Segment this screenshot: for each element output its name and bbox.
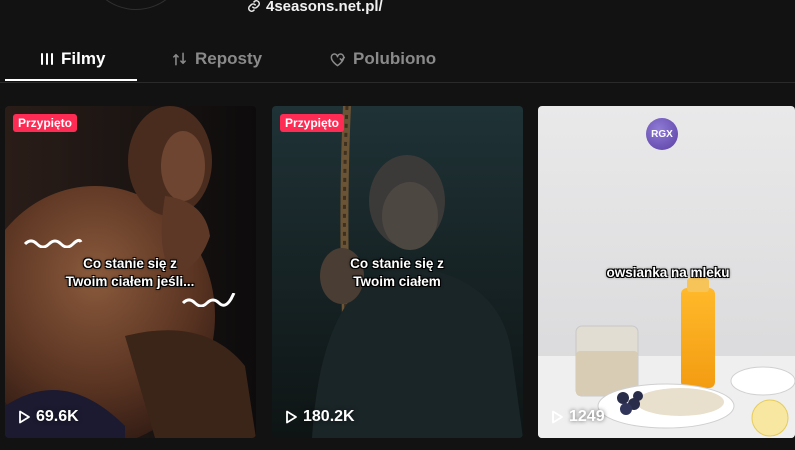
view-count: 180.2K: [285, 408, 355, 426]
active-tab-indicator: [5, 79, 137, 81]
play-icon: [551, 410, 564, 424]
profile-tabs: Filmy Reposty Polubiono: [0, 38, 795, 83]
caption-line: Co stanie się z: [83, 256, 177, 271]
caption-line: Twoim ciałem jeśli...: [65, 274, 195, 289]
tab-label: Polubiono: [353, 49, 437, 68]
play-icon: [285, 410, 298, 424]
decorative-squiggle: [181, 293, 236, 307]
video-card-3[interactable]: RGX owsianka na mleku 1249: [538, 106, 795, 438]
view-count-value: 69.6K: [36, 408, 79, 425]
profile-avatar[interactable]: [85, 0, 187, 10]
tab-filmy[interactable]: Filmy: [40, 38, 105, 80]
play-icon: [18, 410, 31, 424]
view-count-value: 180.2K: [303, 408, 355, 425]
video-card-2[interactable]: Przypięto Co stanie się z Twoim ciałem 1…: [272, 106, 523, 438]
grid-icon: [40, 52, 54, 66]
video-card-1[interactable]: Przypięto Co stanie się z Twoim ciałem j…: [5, 106, 256, 438]
video-caption: Co stanie się z Twoim ciałem jeśli...: [45, 255, 215, 291]
caption-line: Co stanie się z: [350, 256, 444, 271]
repost-icon: [171, 51, 188, 67]
video-caption: owsianka na mleku: [578, 264, 758, 282]
view-count: 69.6K: [18, 408, 79, 426]
view-count: 1249: [551, 408, 605, 426]
pinned-badge: Przypięto: [13, 114, 78, 132]
profile-link[interactable]: 4seasons.net.pl/: [247, 0, 383, 16]
rgx-badge: RGX: [646, 118, 678, 150]
caption-line: owsianka na mleku: [606, 265, 730, 280]
tab-reposty[interactable]: Reposty: [171, 38, 262, 80]
tab-label: Filmy: [61, 49, 106, 68]
decorative-squiggle: [23, 238, 83, 248]
caption-line: Twoim ciałem: [353, 274, 441, 289]
video-caption: Co stanie się z Twoim ciałem: [327, 255, 467, 291]
tab-label: Reposty: [195, 49, 263, 68]
view-count-value: 1249: [569, 408, 605, 425]
tab-polubiono[interactable]: Polubiono: [329, 38, 436, 80]
link-icon: [247, 0, 261, 13]
heart-icon: [329, 52, 346, 67]
profile-link-text[interactable]: 4seasons.net.pl/: [266, 0, 383, 15]
pinned-badge: Przypięto: [280, 114, 345, 132]
